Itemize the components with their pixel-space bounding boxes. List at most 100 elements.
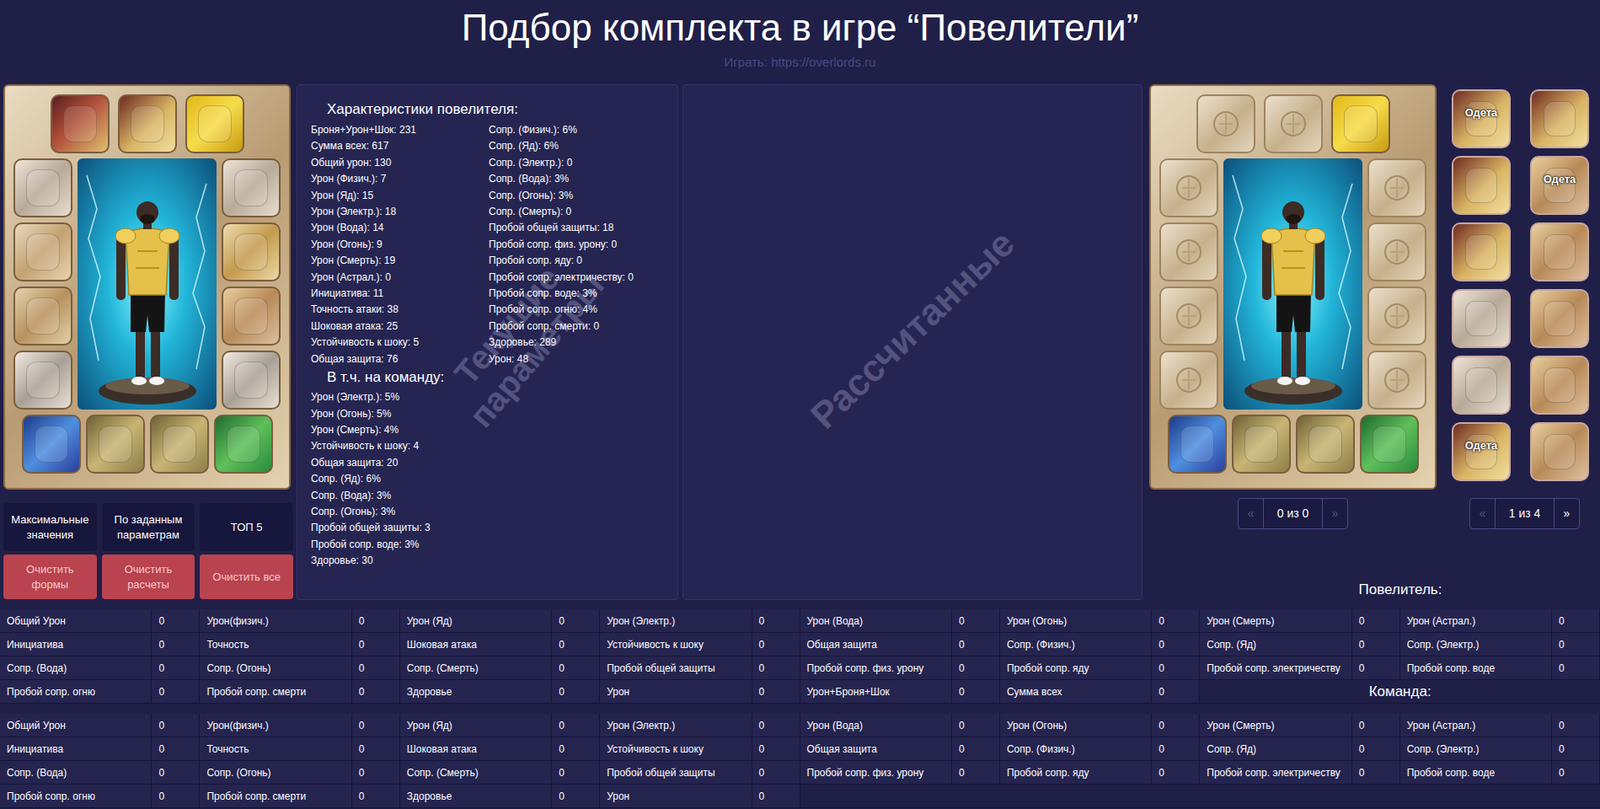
item-card[interactable] <box>1530 222 1590 282</box>
stat-value[interactable]: 0 <box>1551 713 1600 737</box>
item-slot[interactable] <box>1295 414 1355 474</box>
stat-value[interactable]: 0 <box>751 784 800 808</box>
play-link[interactable]: Играть: https://overlords.ru <box>724 53 877 71</box>
stat-value[interactable]: 0 <box>1551 656 1600 680</box>
item-slot[interactable] <box>221 158 281 218</box>
stat-value[interactable]: 0 <box>1150 713 1199 737</box>
item-card[interactable] <box>1451 355 1511 415</box>
stat-value[interactable]: 0 <box>751 679 800 703</box>
stat-value[interactable]: 0 <box>150 632 199 656</box>
stat-value[interactable]: 0 <box>551 760 600 784</box>
item-slot[interactable] <box>1359 414 1419 474</box>
item-card[interactable] <box>1451 288 1511 348</box>
empty-slot[interactable] <box>1159 286 1219 346</box>
stat-value[interactable]: 0 <box>1351 656 1400 680</box>
clear-button[interactable]: Очистить расчеты <box>101 554 196 600</box>
item-card[interactable]: Одета <box>1451 422 1511 482</box>
empty-slot[interactable] <box>1367 350 1427 410</box>
item-card[interactable] <box>1530 89 1590 149</box>
stat-value[interactable]: 0 <box>551 784 600 808</box>
stat-value[interactable]: 0 <box>150 713 199 737</box>
item-card[interactable] <box>1530 288 1590 348</box>
calc-button[interactable]: ТОП 5 <box>199 503 294 552</box>
item-card[interactable]: Одета <box>1451 89 1511 149</box>
empty-slot[interactable] <box>1159 222 1219 282</box>
item-slot[interactable] <box>13 158 73 218</box>
stat-value[interactable]: 0 <box>351 679 400 703</box>
stat-value[interactable]: 0 <box>951 737 1000 760</box>
stat-value[interactable]: 0 <box>751 656 800 680</box>
stat-value[interactable]: 0 <box>951 656 1000 680</box>
stat-value[interactable]: 0 <box>150 656 199 680</box>
next-page-button[interactable]: » <box>1322 498 1348 529</box>
item-slot[interactable] <box>221 286 281 346</box>
prev-page-button[interactable]: « <box>1238 498 1263 529</box>
stat-value[interactable]: 0 <box>1551 737 1600 760</box>
stat-value[interactable]: 0 <box>1551 632 1600 656</box>
stat-value[interactable]: 0 <box>551 656 600 680</box>
stat-value[interactable]: 0 <box>1150 760 1199 784</box>
empty-slot[interactable] <box>1196 94 1256 154</box>
stat-value[interactable]: 0 <box>351 609 400 632</box>
item-slot[interactable] <box>85 414 145 474</box>
item-slot[interactable] <box>185 94 245 154</box>
stat-value[interactable]: 0 <box>150 784 199 808</box>
stat-value[interactable]: 0 <box>1150 656 1199 680</box>
item-slot[interactable] <box>50 94 110 154</box>
stat-value[interactable]: 0 <box>551 737 600 760</box>
item-slot[interactable] <box>13 350 73 410</box>
empty-slot[interactable] <box>1263 94 1323 154</box>
calc-button[interactable]: По заданным параметрам <box>101 503 196 552</box>
stat-value[interactable]: 0 <box>551 679 600 703</box>
item-slot[interactable] <box>1167 414 1227 474</box>
empty-slot[interactable] <box>1159 350 1219 410</box>
clear-button[interactable]: Очистить формы <box>3 554 97 600</box>
item-slot[interactable] <box>214 414 273 474</box>
stat-value[interactable]: 0 <box>751 737 800 760</box>
stat-value[interactable]: 0 <box>150 679 199 703</box>
item-slot[interactable] <box>221 350 281 410</box>
stat-value[interactable]: 0 <box>1150 737 1199 760</box>
item-card[interactable] <box>1530 422 1590 482</box>
stat-value[interactable]: 0 <box>951 713 1000 737</box>
item-card[interactable] <box>1451 155 1511 215</box>
stat-value[interactable]: 0 <box>1150 679 1199 703</box>
stat-value[interactable]: 0 <box>1551 760 1600 784</box>
stat-value[interactable]: 0 <box>951 679 1000 703</box>
item-slot[interactable] <box>117 94 177 154</box>
item-slot[interactable] <box>1331 94 1391 154</box>
stat-value[interactable]: 0 <box>351 784 400 808</box>
item-slot[interactable] <box>13 222 73 282</box>
stat-value[interactable]: 0 <box>1351 713 1400 737</box>
item-card[interactable] <box>1530 355 1590 415</box>
stat-value[interactable]: 0 <box>150 609 199 632</box>
stat-value[interactable]: 0 <box>1351 760 1400 784</box>
stat-value[interactable]: 0 <box>1150 609 1199 632</box>
stat-value[interactable]: 0 <box>951 609 1000 632</box>
stat-value[interactable]: 0 <box>751 609 800 632</box>
stat-value[interactable]: 0 <box>1351 632 1400 656</box>
next-page-button[interactable]: » <box>1554 498 1579 529</box>
item-card[interactable] <box>1451 222 1511 282</box>
stat-value[interactable]: 0 <box>351 656 400 680</box>
empty-slot[interactable] <box>1367 158 1427 218</box>
prev-page-button[interactable]: « <box>1470 498 1495 529</box>
stat-value[interactable]: 0 <box>150 737 199 760</box>
empty-slot[interactable] <box>1367 222 1427 282</box>
stat-value[interactable]: 0 <box>551 632 600 656</box>
stat-value[interactable]: 0 <box>1551 609 1600 632</box>
calc-button[interactable]: Максимальные значения <box>3 503 97 552</box>
stat-value[interactable]: 0 <box>1351 737 1400 760</box>
stat-value[interactable]: 0 <box>351 713 400 737</box>
stat-value[interactable]: 0 <box>951 760 1000 784</box>
item-slot[interactable] <box>13 286 73 346</box>
stat-value[interactable]: 0 <box>751 760 800 784</box>
item-slot[interactable] <box>1231 414 1291 474</box>
stat-value[interactable]: 0 <box>551 713 600 737</box>
stat-value[interactable]: 0 <box>551 609 600 632</box>
stat-value[interactable]: 0 <box>351 760 400 784</box>
stat-value[interactable]: 0 <box>751 713 800 737</box>
stat-value[interactable]: 0 <box>150 760 199 784</box>
stat-value[interactable]: 0 <box>351 632 400 656</box>
item-slot[interactable] <box>149 414 209 474</box>
